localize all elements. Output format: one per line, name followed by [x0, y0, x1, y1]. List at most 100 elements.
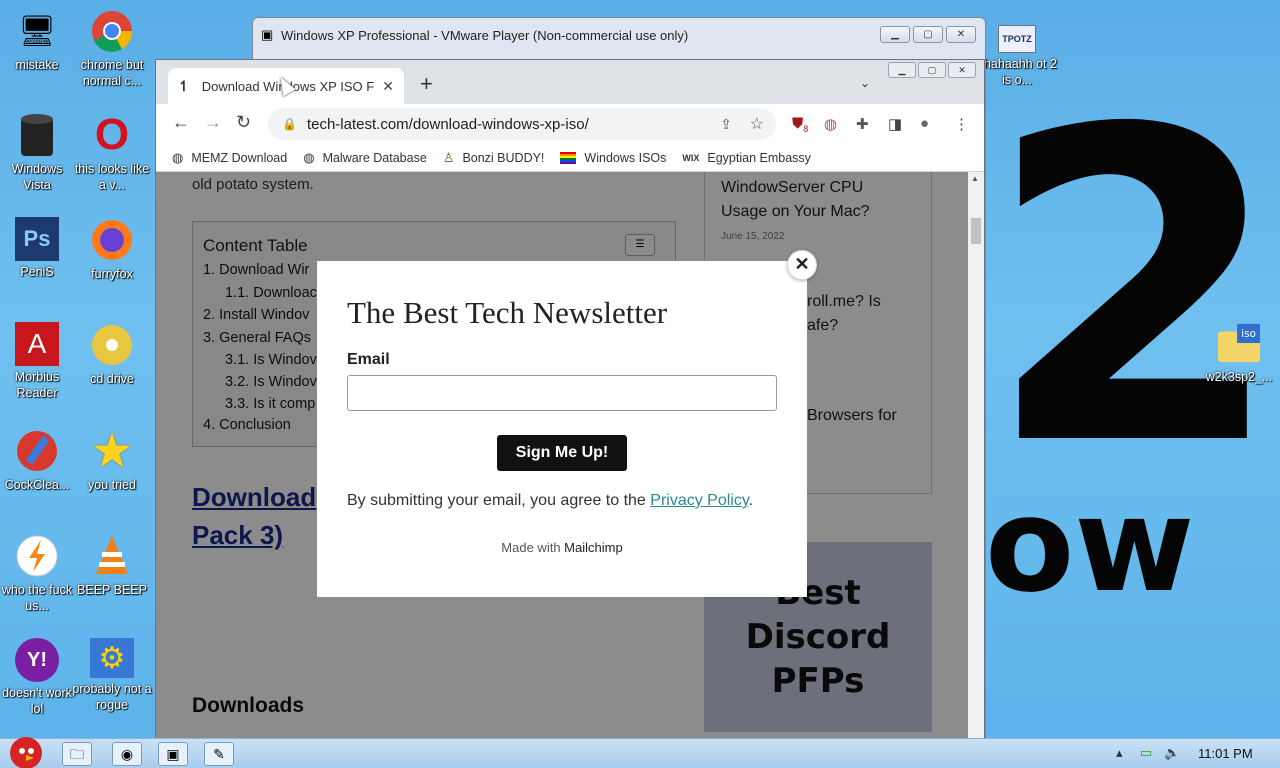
new-tab-button[interactable]: +: [420, 73, 433, 95]
url-text: tech-latest.com/download-windows-xp-iso/: [306, 115, 589, 133]
photoshop-icon: Ps: [15, 217, 59, 261]
desktop-icon-label: PeniS: [20, 265, 54, 279]
desktop-icon-label: mistake: [15, 58, 59, 72]
tab-favicon: ↿: [178, 77, 190, 94]
flag-extension-icon[interactable]: ◍: [824, 115, 837, 133]
desktop-icon-photoshop[interactable]: Ps PeniS: [0, 217, 74, 280]
forward-button[interactable]: →: [204, 112, 222, 133]
opera-icon: O: [94, 110, 130, 159]
vmware-maximize-button[interactable]: ▢: [913, 26, 943, 43]
chrome-icon: [89, 8, 135, 54]
consent-text: By submitting your email, you agree to t…: [347, 492, 754, 509]
vmware-window-title: Windows XP Professional - VMware Player …: [281, 28, 689, 43]
acrobat-icon: A: [15, 322, 59, 366]
volume-icon[interactable]: 🔈: [1164, 745, 1180, 761]
start-button-angry-bird-icon[interactable]: [4, 729, 48, 768]
bookmark-star-icon[interactable]: ☆: [750, 114, 764, 134]
desktop-icon-label: Morbius Reader: [14, 370, 60, 400]
star-icon: ★: [90, 425, 134, 478]
desktop-icon-tpotz[interactable]: TPOTZ ahahaahh ot 2 is o...: [977, 25, 1057, 88]
lock-icon: 🔒: [282, 117, 297, 131]
wix-icon: WIX: [682, 152, 700, 163]
back-button[interactable]: ←: [172, 112, 190, 133]
profile-avatar-icon[interactable]: ●: [920, 115, 929, 132]
desktop-icon-label: you tried: [88, 478, 136, 492]
computer-icon: 🖥: [17, 14, 57, 48]
desktop-icon-morbius-reader[interactable]: A Morbius Reader: [0, 322, 74, 401]
bookmark-memz-download[interactable]: ◍ MEMZ Download: [172, 150, 287, 166]
side-panel-icon[interactable]: ◨: [888, 115, 902, 133]
email-label: Email: [347, 351, 390, 368]
privacy-policy-link[interactable]: Privacy Policy: [650, 492, 748, 509]
iso-folder-icon: iso: [1216, 320, 1262, 366]
desktop-icon-label: ahahaahh ot 2 is o...: [977, 57, 1057, 87]
modal-close-button[interactable]: ✕: [787, 250, 817, 280]
browser-toolbar: ← → ↻ 🔒 tech-latest.com/download-windows…: [156, 104, 984, 144]
vlc-icon: [89, 533, 135, 579]
settings-program-icon: ⚙: [90, 638, 134, 678]
menu-kebab-icon[interactable]: ⋮: [954, 115, 969, 133]
taskbar-vmware-icon[interactable]: ▣: [158, 742, 188, 766]
taskbar-clock[interactable]: 11:01 PM: [1198, 746, 1253, 761]
desktop-icon-label: this looks like a v...: [74, 162, 150, 192]
reload-button[interactable]: ↻: [236, 112, 251, 133]
taskbar-explorer-icon[interactable]: 🗀: [62, 742, 92, 766]
desktop-icon-label: who the fuck us...: [1, 583, 73, 613]
vmware-minimize-button[interactable]: ▁: [880, 26, 910, 43]
page-scrollbar[interactable]: ▲: [968, 172, 984, 738]
desktop-icon-windows-vista[interactable]: Windows Vista: [0, 112, 74, 193]
bookmark-malware-database[interactable]: ◍ Malware Database: [303, 150, 427, 166]
winamp-icon: [14, 533, 60, 579]
vmware-icon: ▣: [261, 27, 274, 42]
desktop-icon-iso[interactable]: iso w2k3sp2_...: [1202, 320, 1276, 385]
email-field[interactable]: [347, 375, 777, 411]
bookmark-egyptian-embassy[interactable]: WIX Egyptian Embassy: [682, 151, 811, 165]
cd-drive-icon: [89, 322, 135, 368]
wallpaper-text-small: ow: [985, 469, 1195, 621]
desktop-icon-opera[interactable]: O this looks like a v...: [74, 110, 150, 193]
desktop-icon-mistake[interactable]: 🖥 mistake: [0, 8, 74, 73]
share-icon[interactable]: ⇪: [720, 116, 732, 133]
desktop-icon-firefox[interactable]: furryfox: [75, 217, 149, 282]
desktop-icon-you-tried[interactable]: ★ you tried: [75, 425, 149, 493]
vmware-close-button[interactable]: ✕: [946, 26, 976, 43]
chrome-close-button[interactable]: ✕: [948, 62, 976, 78]
bookmarks-bar: ◍ MEMZ Download ◍ Malware Database ♙ Bonzi …: [156, 144, 984, 172]
desktop-icon-yahoo[interactable]: Y! doesn't work lol: [0, 638, 74, 717]
tab-close-icon[interactable]: ✕: [382, 78, 394, 95]
firefox-icon: [89, 217, 135, 263]
bookmark-windows-isos[interactable]: Windows ISOs: [560, 151, 666, 165]
address-bar[interactable]: 🔒 tech-latest.com/download-windows-xp-is…: [268, 108, 776, 140]
extensions-puzzle-icon[interactable]: ✚: [856, 115, 869, 133]
scrollbar-thumb[interactable]: [971, 218, 981, 244]
chrome-minimize-button[interactable]: ▁: [888, 62, 916, 78]
desktop-icon-probably-not-a-rogue[interactable]: ⚙ probably not a rogue: [72, 638, 152, 713]
tab-search-button[interactable]: ⌄: [860, 76, 870, 90]
desktop-icon-label: furryfox: [91, 267, 133, 281]
scroll-up-icon[interactable]: ▲: [971, 174, 979, 183]
modal-title: The Best Tech Newsletter: [347, 295, 668, 330]
desktop-icon-label: probably not a rogue: [72, 682, 152, 712]
desktop-icon-label: doesn't work lol: [2, 686, 72, 716]
desktop-icon-cd-drive[interactable]: cd drive: [75, 322, 149, 387]
made-with-mailchimp[interactable]: Made with Mailchimp: [317, 540, 807, 555]
desktop-icon-chrome[interactable]: chrome but normal c...: [75, 8, 149, 89]
taskbar-notepad-icon[interactable]: ✎: [204, 742, 234, 766]
desktop-icon-vlc[interactable]: BEEP BEEP: [75, 533, 149, 598]
newsletter-modal: The Best Tech Newsletter Email Sign Me U…: [317, 261, 807, 597]
sign-me-up-button[interactable]: Sign Me Up!: [497, 435, 627, 471]
desktop-icon-ccleaner[interactable]: CockClea...: [0, 428, 74, 493]
network-icon[interactable]: ▭: [1140, 745, 1152, 761]
ccleaner-icon: [14, 428, 60, 474]
ublock-extension-icon[interactable]: ⛊8: [792, 115, 808, 134]
bookmark-bonzi-buddy[interactable]: ♙ Bonzi BUDDY!: [443, 150, 545, 166]
chrome-maximize-button[interactable]: ▢: [918, 62, 946, 78]
tray-expand-icon[interactable]: ▴: [1116, 745, 1123, 761]
yahoo-messenger-icon: Y!: [15, 638, 59, 682]
desktop-icon-winamp[interactable]: who the fuck us...: [0, 533, 74, 614]
tpotz-icon: TPOTZ: [998, 25, 1036, 53]
wallpaper-text-large: 2: [985, 40, 1280, 540]
taskbar-chrome-icon[interactable]: ◉: [112, 742, 142, 766]
desktop-icon-label: cd drive: [90, 372, 134, 386]
recycle-bin-icon: [14, 112, 60, 158]
